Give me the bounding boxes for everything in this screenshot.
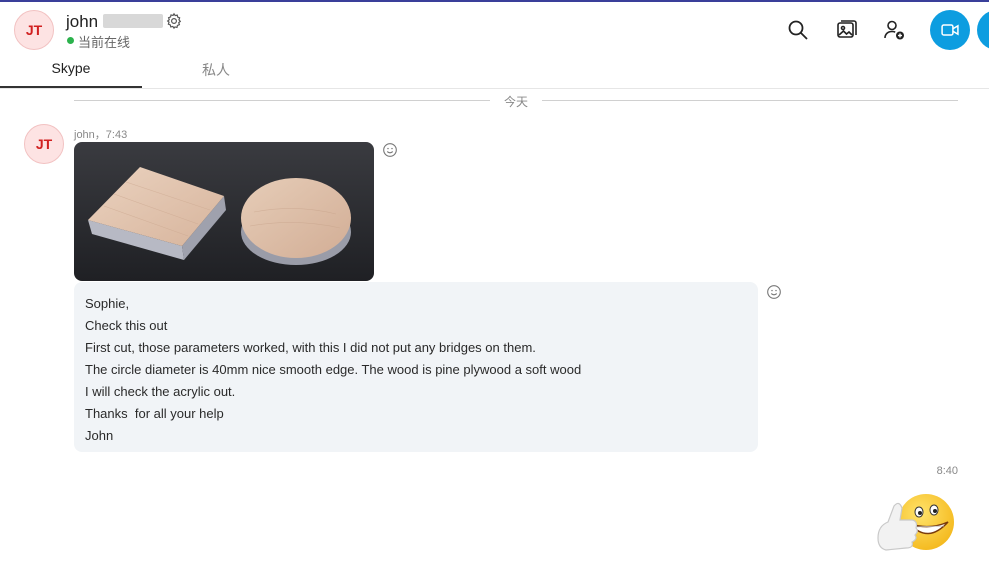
- message-line: First cut, those parameters worked, with…: [85, 340, 536, 355]
- gear-icon[interactable]: [165, 12, 183, 30]
- message-line: Thanks for all your help: [85, 406, 224, 421]
- wood-pieces-photo: [74, 142, 374, 281]
- gallery-icon[interactable]: [834, 18, 858, 42]
- search-icon[interactable]: [786, 18, 810, 42]
- message-line: The circle diameter is 40mm nice smooth …: [85, 362, 582, 377]
- message-line: I will check the acrylic out.: [85, 384, 236, 399]
- tab-private[interactable]: 私人: [142, 60, 290, 88]
- message-bubble[interactable]: Sophie, Check this out First cut, those …: [74, 282, 758, 452]
- redacted-surname: [103, 14, 163, 28]
- date-divider-line-right: [542, 100, 958, 101]
- date-divider-label: 今天: [503, 95, 528, 109]
- chat-window: JT john 当前在线 Skype 私人 今天 JT john，7:43 So…: [0, 0, 989, 565]
- tab-private-label: 私人: [202, 62, 230, 78]
- window-top-border: [0, 0, 989, 2]
- thumbs-up-grin-emoji-icon[interactable]: [872, 488, 958, 560]
- contact-avatar[interactable]: JT: [14, 10, 54, 50]
- message-avatar[interactable]: JT: [24, 124, 64, 164]
- message-line: Check this out: [85, 318, 168, 333]
- message-time: 8:40: [936, 465, 958, 477]
- video-camera-icon: [941, 24, 959, 36]
- message-photo[interactable]: [74, 142, 374, 281]
- audio-call-button[interactable]: [977, 10, 989, 50]
- message-sender-time: john，7:43: [74, 129, 128, 141]
- tab-skype[interactable]: Skype: [0, 60, 142, 88]
- video-call-button[interactable]: [930, 10, 970, 50]
- date-divider-line-left: [74, 100, 490, 101]
- contact-name[interactable]: john: [66, 12, 98, 32]
- online-status-dot: [67, 37, 74, 44]
- smiley-react-icon[interactable]: [766, 284, 782, 300]
- online-status-text: 当前在线: [78, 35, 131, 50]
- message-line: Sophie,: [85, 296, 130, 311]
- avatar-initials: JT: [35, 136, 53, 152]
- avatar-initials: JT: [25, 22, 43, 38]
- smiley-react-icon[interactable]: [382, 142, 398, 158]
- tab-skype-label: Skype: [51, 60, 91, 76]
- tabs-divider: [0, 88, 989, 89]
- add-person-icon[interactable]: [882, 18, 906, 42]
- message-line: John: [85, 428, 114, 443]
